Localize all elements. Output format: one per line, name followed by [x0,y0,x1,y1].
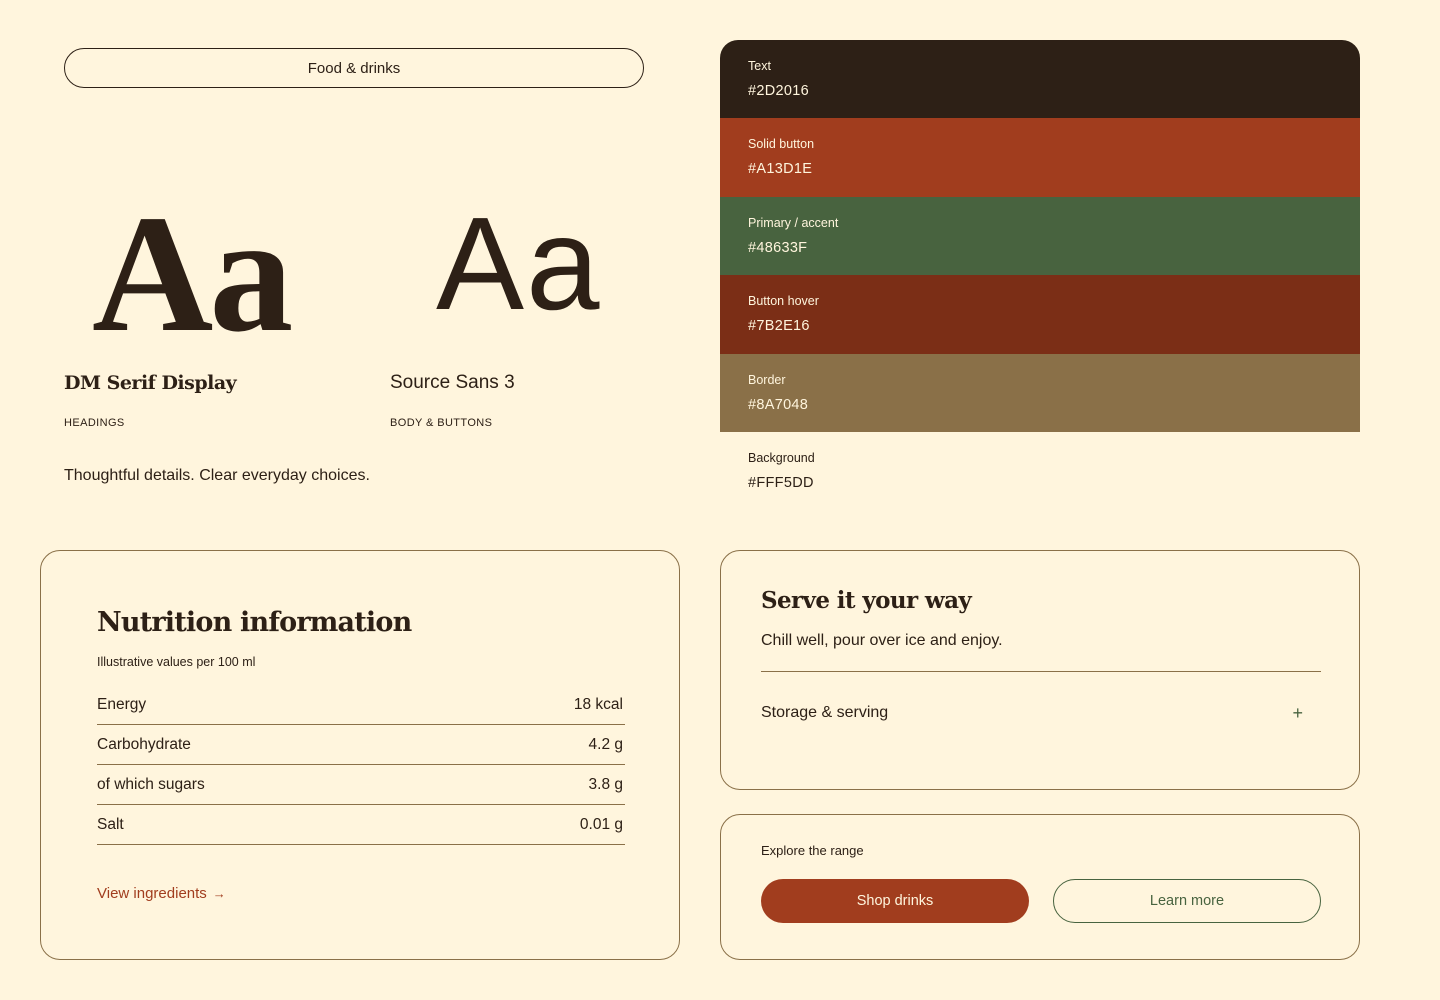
arrow-right-icon: → [212,886,226,901]
swatch-label: Background [748,450,815,465]
swatch-button-hover: Button hover #7B2E16 [720,275,1360,354]
nutrition-card: Nutrition information Illustrative value… [40,550,680,960]
plus-icon[interactable]: + [1292,703,1303,724]
serve-subtitle: Chill well, pour over ice and enjoy. [761,632,1003,649]
swatch-label: Button hover [748,294,819,309]
swatch-hex: #A13D1E [748,161,813,178]
nutrient-value: 0.01 g [579,815,623,833]
heading-font-role: HEADINGS [64,417,125,429]
swatch-hex: #8A7048 [748,396,809,413]
explore-label: Explore the range [761,843,864,858]
serve-title: Serve it your way [761,587,972,614]
serve-card: Serve it your way Chill well, pour over … [720,550,1360,790]
swatch-label: Primary / accent [748,215,839,230]
swatch-text: Text #2D2016 [720,40,1360,119]
brand-tagline: Thoughtful details. Clear everyday choic… [64,467,370,484]
table-row: of which sugars 3.8 g [97,765,625,805]
nutrition-subtitle: Illustrative values per 100 ml [97,655,256,669]
view-ingredients-label: View ingredients [97,885,207,902]
swatch-hex: #2D2016 [748,83,809,99]
shop-drinks-button[interactable]: Shop drinks [761,879,1029,923]
serif-font-specimen: Aa [92,181,293,367]
divider [761,671,1321,672]
nutrient-name: Carbohydrate [97,735,191,753]
table-row: Carbohydrate 4.2 g [97,725,625,765]
swatch-border: Border #8A7048 [720,353,1360,432]
swatch-background: Background #FFF5DD [720,431,1360,511]
sans-font-specimen: Aa [436,190,602,337]
swatch-hex: #7B2E16 [748,318,810,335]
nutrient-value: 3.8 g [588,775,623,793]
swatch-hex: #48633F [748,239,808,256]
accordion-label: Storage & serving [761,704,889,721]
swatch-solid-button: Solid button #A13D1E [720,118,1360,197]
nutrient-value: 18 kcal [573,695,623,713]
nutrition-table: Energy 18 kcal Carbohydrate 4.2 g of whi… [97,685,625,845]
swatch-label: Text [748,59,771,73]
storage-serving-accordion[interactable]: Storage & serving + [761,695,1321,731]
nutrition-title: Nutrition information [97,607,412,638]
category-pill[interactable]: Food & drinks [64,48,644,88]
nutrient-name: Energy [97,695,147,713]
table-row: Salt 0.01 g [97,805,625,845]
swatch-primary-accent: Primary / accent #48633F [720,196,1360,276]
heading-font-name: DM Serif Display [64,372,237,394]
explore-card: Explore the range Shop drinks Learn more [720,814,1360,960]
body-font-name: Source Sans 3 [390,372,515,393]
view-ingredients-link[interactable]: View ingredients → [97,885,226,902]
nutrient-name: of which sugars [97,775,205,793]
swatch-hex: #FFF5DD [748,474,814,491]
color-palette: Text #2D2016 Solid button #A13D1E Primar… [720,40,1360,511]
table-row: Energy 18 kcal [97,685,625,725]
swatch-label: Border [748,372,786,387]
nutrient-value: 4.2 g [588,735,623,753]
swatch-label: Solid button [748,137,815,152]
nutrient-name: Salt [97,815,124,833]
body-font-role: BODY & BUTTONS [390,417,493,429]
learn-more-button[interactable]: Learn more [1053,879,1321,923]
